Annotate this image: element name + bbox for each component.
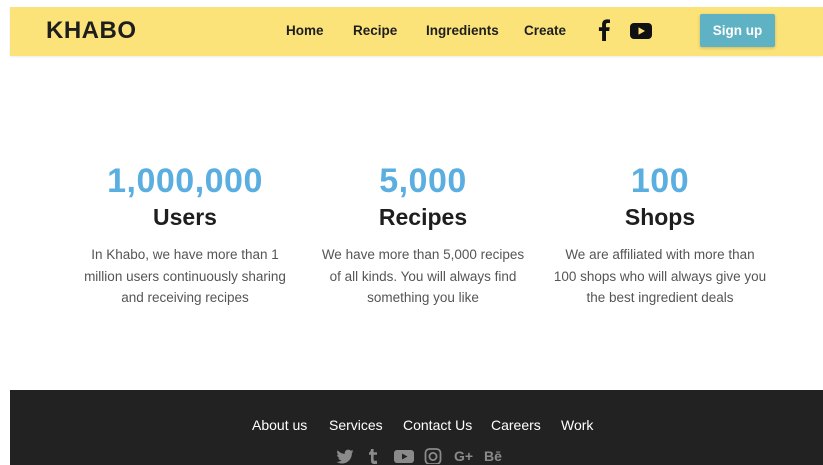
footer-link-contact-us[interactable]: Contact Us bbox=[403, 417, 472, 433]
navbar: KHABO Home Recipe Ingredients Create Sig… bbox=[10, 7, 823, 56]
instagram-icon[interactable] bbox=[424, 448, 442, 464]
youtube-icon[interactable] bbox=[630, 23, 652, 39]
stat-description-line: of all kinds. You will always find bbox=[329, 268, 517, 284]
sign-up-button[interactable]: Sign up bbox=[700, 14, 775, 47]
footer-link-work[interactable]: Work bbox=[561, 417, 593, 433]
footer: About us Services Contact Us Careers Wor… bbox=[10, 390, 823, 465]
googleplus-icon[interactable]: G+ bbox=[454, 448, 473, 464]
stat-recipes: 5,000 Recipes We have more than 5,000 re… bbox=[303, 160, 543, 309]
footer-link-services[interactable]: Services bbox=[329, 417, 383, 433]
stat-label: Recipes bbox=[378, 204, 468, 230]
brand-logo[interactable]: KHABO bbox=[46, 17, 137, 45]
stat-description-line: the best ingredient deals bbox=[586, 290, 734, 305]
behance-icon[interactable]: Bē bbox=[484, 448, 502, 464]
nav-link-home[interactable]: Home bbox=[286, 23, 324, 38]
stat-users: 1,000,000 Users In Khabo, we have more t… bbox=[65, 160, 305, 309]
stat-number: 100 bbox=[630, 162, 690, 200]
stat-description: We have more than 5,000 recipes of all k… bbox=[303, 244, 543, 309]
stat-description-line: In Khabo, we have more than 1 bbox=[91, 247, 279, 262]
stat-description-line: We have more than 5,000 recipes bbox=[321, 247, 525, 262]
nav-link-ingredients[interactable]: Ingredients bbox=[426, 23, 499, 38]
nav-link-create[interactable]: Create bbox=[524, 23, 566, 38]
footer-link-about-us[interactable]: About us bbox=[252, 417, 307, 433]
facebook-icon[interactable] bbox=[597, 19, 611, 41]
stat-description-line: something you like bbox=[367, 290, 479, 305]
stat-number: 5,000 bbox=[379, 162, 467, 200]
youtube-icon[interactable] bbox=[394, 448, 414, 464]
stat-shops: 100 Shops We are affiliated with more th… bbox=[540, 160, 780, 309]
stat-description-line: and receiving recipes bbox=[121, 290, 249, 305]
stat-description-line: million users continuously sharing bbox=[84, 268, 286, 284]
stat-label: Users bbox=[153, 204, 217, 230]
tumblr-icon[interactable] bbox=[368, 448, 378, 464]
nav-link-recipe[interactable]: Recipe bbox=[353, 23, 397, 38]
stat-description-line: 100 shops who will always give you bbox=[553, 268, 767, 284]
stat-number: 1,000,000 bbox=[107, 162, 263, 200]
stat-label: Shops bbox=[624, 204, 696, 230]
footer-link-careers[interactable]: Careers bbox=[491, 417, 541, 433]
stat-description: In Khabo, we have more than 1 million us… bbox=[65, 244, 305, 309]
stat-description: We are affiliated with more than 100 sho… bbox=[540, 244, 780, 309]
stat-description-line: We are affiliated with more than bbox=[565, 247, 755, 262]
twitter-icon[interactable] bbox=[336, 448, 354, 464]
